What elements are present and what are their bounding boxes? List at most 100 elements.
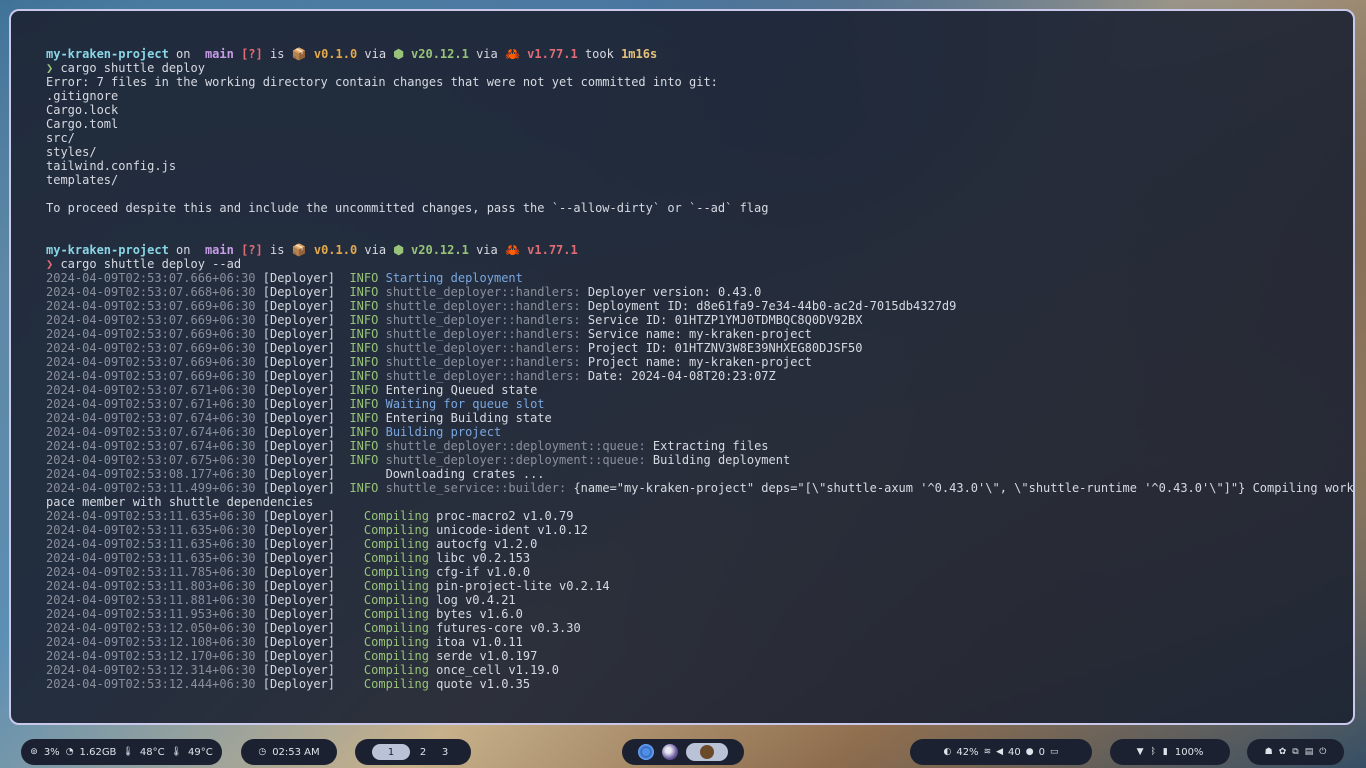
log-source: [Deployer] [262, 355, 335, 369]
log-source: [Deployer] [262, 369, 335, 383]
compile-line: 2024-04-09T02:53:11.953+06:30 [Deployer]… [46, 607, 1353, 621]
log-module: shuttle_deployer::handlers: [385, 313, 581, 327]
screenshot-icon[interactable]: ⧉ [1292, 747, 1298, 757]
crate-name: autocfg v1.2.0 [436, 537, 538, 551]
compile-verb: Compiling [363, 565, 429, 579]
palette-icon[interactable]: ✿ [1279, 747, 1287, 757]
log-source: [Deployer] [262, 397, 335, 411]
log-level: INFO [349, 313, 379, 327]
log-level: INFO [349, 327, 379, 341]
compile-line: 2024-04-09T02:53:12.050+06:30 [Deployer]… [46, 621, 1353, 635]
prompt-via: via [468, 243, 505, 257]
changed-file: styles/ [46, 145, 97, 159]
log-timestamp: 2024-04-09T02:53:07.671+06:30 [46, 383, 256, 397]
log-line: 2024-04-09T02:53:07.674+06:30 [Deployer]… [46, 439, 1353, 453]
log-source: [Deployer] [262, 411, 335, 425]
log-timestamp: 2024-04-09T02:53:12.314+06:30 [46, 663, 256, 677]
memory-icon: ◔ [65, 747, 74, 757]
battery-icon: ▮ [1162, 747, 1168, 757]
log-message: Extracting files [652, 439, 769, 453]
nodejs-icon: ⬢ [393, 47, 404, 61]
crate-name: log v0.4.21 [436, 593, 516, 607]
workspace-2[interactable]: 2 [414, 744, 432, 760]
compile-verb: Compiling [363, 677, 429, 691]
crate-name: futures-core v0.3.30 [436, 621, 581, 635]
power-icon[interactable]: ⏻ [1319, 747, 1326, 757]
log-line: 2024-04-09T02:53:07.669+06:30 [Deployer]… [46, 327, 1353, 341]
log-timestamp: 2024-04-09T02:53:07.674+06:30 [46, 411, 256, 425]
firefox-icon[interactable] [662, 744, 678, 760]
ghost-icon[interactable]: ☗ [1265, 747, 1273, 757]
compile-line: 2024-04-09T02:53:12.108+06:30 [Deployer]… [46, 635, 1353, 649]
took-value: 1m16s [621, 47, 658, 61]
log-timestamp: 2024-04-09T02:53:07.674+06:30 [46, 439, 256, 453]
taskbar: ⊚ 3% ◔ 1.62GB 🌡 48°C 🌡 49°C ◷ 02:53 AM 1 2 3 … [0, 736, 1366, 768]
log-line: 2024-04-09T02:53:07.669+06:30 [Deployer]… [46, 369, 1353, 383]
log-level: INFO [349, 425, 379, 439]
clock-widget[interactable]: ◷ 02:53 AM [241, 739, 337, 765]
log-source: [Deployer] [262, 467, 335, 481]
compile-line: 2024-04-09T02:53:11.635+06:30 [Deployer]… [46, 551, 1353, 565]
log-level: INFO [349, 369, 379, 383]
crate-name: quote v1.0.35 [436, 677, 531, 691]
nodejs-icon: ⬢ [393, 243, 404, 257]
log-module: shuttle_deployer::handlers: [385, 355, 581, 369]
changed-file: Cargo.toml [46, 117, 119, 131]
status-widget[interactable]: ◐ 42% ≋ ◀ 40 ● 0 ▭ [910, 739, 1092, 765]
cpu-usage: 3% [43, 746, 60, 758]
compile-verb: Compiling [363, 649, 429, 663]
thermometer-icon: 🌡 [122, 747, 134, 757]
log-source: [Deployer] [262, 481, 335, 495]
workspace-1[interactable]: 1 [372, 744, 410, 760]
log-source: [Deployer] [262, 341, 335, 355]
terminal-app-active[interactable] [686, 743, 728, 761]
microphone-icon: ● [1025, 747, 1034, 757]
log-line: 2024-04-09T02:53:07.668+06:30 [Deployer]… [46, 285, 1353, 299]
clipboard-icon[interactable]: ▤ [1305, 747, 1314, 757]
system-stats-widget[interactable]: ⊚ 3% ◔ 1.62GB 🌡 48°C 🌡 49°C [21, 739, 222, 765]
log-timestamp: 2024-04-09T02:53:12.050+06:30 [46, 621, 256, 635]
chromium-icon[interactable] [638, 744, 654, 760]
log-source: [Deployer] [262, 607, 335, 621]
crate-name: bytes v1.6.0 [436, 607, 523, 621]
bluetooth-icon: ᛒ [1150, 747, 1156, 757]
brightness-icon: ◐ [943, 747, 952, 757]
log-line: 2024-04-09T02:53:07.669+06:30 [Deployer]… [46, 355, 1353, 369]
log-level: INFO [349, 299, 379, 313]
log-source: [Deployer] [262, 327, 335, 341]
log-timestamp: 2024-04-09T02:53:11.785+06:30 [46, 565, 256, 579]
log-source: [Deployer] [262, 579, 335, 593]
log-source: [Deployer] [262, 299, 335, 313]
log-source: [Deployer] [262, 509, 335, 523]
log-level: INFO [349, 481, 379, 495]
connectivity-widget[interactable]: ▼ ᛒ ▮ 100% [1110, 739, 1230, 765]
log-timestamp: 2024-04-09T02:53:07.669+06:30 [46, 299, 256, 313]
log-message: Waiting for queue slot [385, 397, 545, 411]
package-icon: 📦 [291, 47, 307, 61]
log-source: [Deployer] [262, 565, 335, 579]
log-level: INFO [349, 355, 379, 369]
log-module: shuttle_deployer::handlers: [385, 341, 581, 355]
package-version: v0.1.0 [306, 243, 358, 257]
prompt-is: is [262, 243, 292, 257]
compile-verb: Compiling [363, 635, 429, 649]
prompt-via: via [468, 47, 505, 61]
changed-file: src/ [46, 131, 75, 145]
log-timestamp: 2024-04-09T02:53:07.669+06:30 [46, 355, 256, 369]
log-source: [Deployer] [262, 593, 335, 607]
compile-verb: Compiling [363, 537, 429, 551]
log-line: 2024-04-09T02:53:07.666+06:30 [Deployer]… [46, 271, 1353, 285]
workspace-3[interactable]: 3 [436, 744, 454, 760]
log-timestamp: 2024-04-09T02:53:11.635+06:30 [46, 537, 256, 551]
log-source: [Deployer] [262, 677, 335, 691]
log-timestamp: 2024-04-09T02:53:07.674+06:30 [46, 425, 256, 439]
log-message: {name="my-kraken-project" deps="[\"shutt… [573, 481, 1355, 495]
log-source: [Deployer] [262, 453, 335, 467]
changed-file: Cargo.lock [46, 103, 119, 117]
git-branch: main [197, 47, 234, 61]
terminal-window[interactable]: my-kraken-project on main [?] is 📦 v0.1.… [9, 9, 1355, 725]
prompt-via: via [357, 243, 394, 257]
log-message: Service ID: 01HTZP1YMJ0TDMBQC8Q0DV92BX [587, 313, 863, 327]
rust-version: v1.77.1 [519, 243, 578, 257]
